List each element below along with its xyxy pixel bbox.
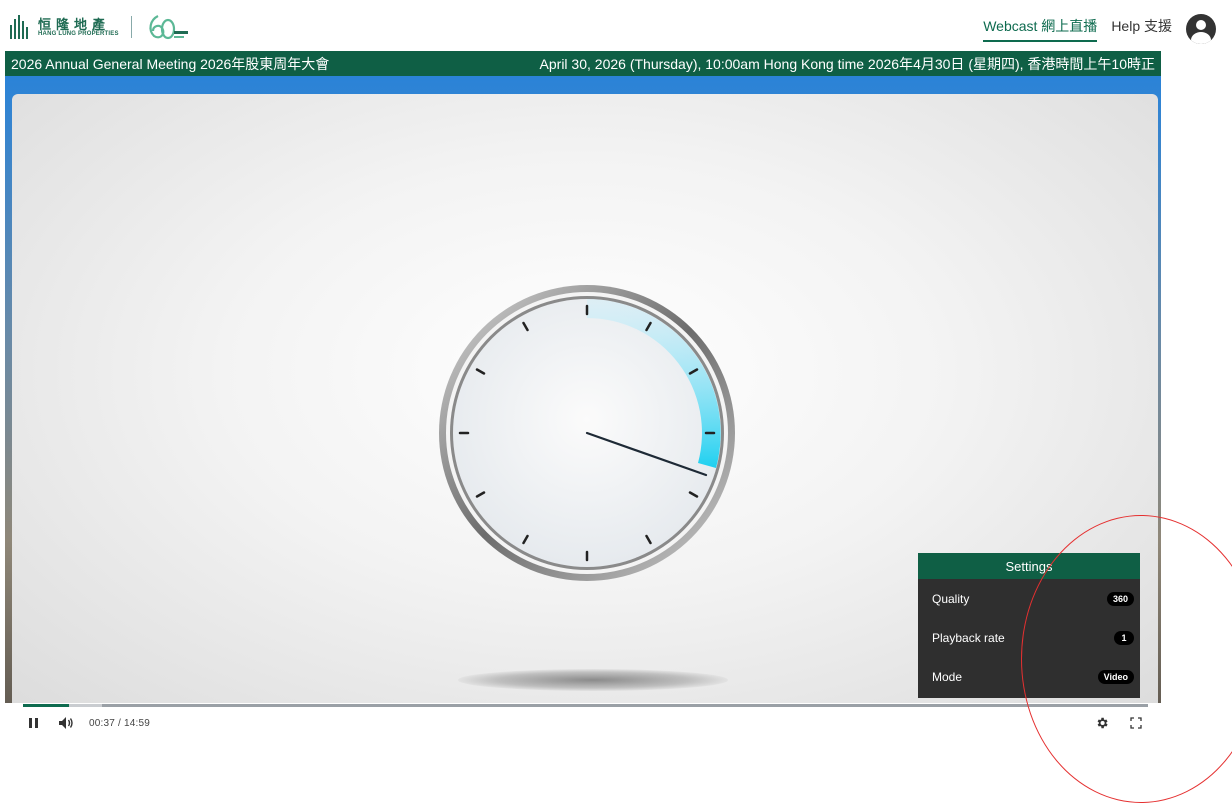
settings-row-mode[interactable]: Mode Video bbox=[918, 657, 1140, 696]
settings-row-playback-rate[interactable]: Playback rate 1 bbox=[918, 618, 1140, 657]
event-info-bar: 2026 Annual General Meeting 2026年股東周年大會 … bbox=[5, 51, 1161, 76]
logo-text: 恒隆地產 HANG LUNG PROPERTIES bbox=[38, 18, 119, 37]
player-controls: 00:37 / 14:59 bbox=[5, 703, 1161, 741]
top-bar: 恒隆地產 HANG LUNG PROPERTIES Webcast 網上直播 H… bbox=[0, 0, 1232, 51]
current-time: 00:37 bbox=[89, 717, 116, 729]
event-datetime: April 30, 2026 (Thursday), 10:00am Hong … bbox=[539, 55, 1155, 72]
settings-value: 1 bbox=[1114, 630, 1134, 645]
gear-icon bbox=[1097, 717, 1108, 729]
top-nav: Webcast 網上直播 Help 支援 bbox=[983, 14, 1232, 44]
logo-cn: 恒隆地產 bbox=[38, 16, 111, 32]
clock-shadow bbox=[458, 669, 728, 691]
pause-button[interactable] bbox=[25, 715, 43, 731]
settings-row-quality[interactable]: Quality 360 bbox=[918, 579, 1140, 618]
settings-value: Video bbox=[1097, 669, 1134, 684]
settings-label: Playback rate bbox=[932, 630, 1005, 645]
user-avatar-icon[interactable] bbox=[1186, 14, 1216, 44]
logo-divider bbox=[130, 16, 132, 38]
duration: 14:59 bbox=[123, 717, 151, 729]
logo-en: HANG LUNG PROPERTIES bbox=[38, 30, 119, 37]
fullscreen-button[interactable] bbox=[1127, 715, 1145, 731]
seek-bar[interactable] bbox=[23, 704, 1148, 707]
settings-value: 360 bbox=[1106, 591, 1134, 606]
fullscreen-icon bbox=[1130, 717, 1142, 729]
countdown-clock-icon bbox=[439, 285, 735, 581]
pause-icon bbox=[29, 718, 38, 728]
time-display: 00:37 / 14:59 bbox=[89, 718, 150, 729]
nav-webcast[interactable]: Webcast 網上直播 bbox=[983, 16, 1098, 42]
volume-button[interactable] bbox=[57, 715, 75, 731]
nav-help[interactable]: Help 支援 bbox=[1111, 16, 1172, 42]
event-title: 2026 Annual General Meeting 2026年股東周年大會 bbox=[11, 55, 330, 72]
settings-title: Settings bbox=[918, 553, 1140, 579]
volume-icon bbox=[59, 717, 73, 729]
time-separator: / bbox=[118, 717, 121, 729]
anniversary-logo-icon bbox=[144, 12, 190, 42]
logo-mark-icon bbox=[10, 15, 32, 39]
settings-button[interactable] bbox=[1093, 715, 1111, 731]
settings-label: Quality bbox=[932, 591, 970, 606]
settings-menu: Settings Quality 360 Playback rate 1 Mod… bbox=[918, 553, 1140, 698]
settings-label: Mode bbox=[932, 669, 963, 684]
hang-lung-logo[interactable]: 恒隆地產 HANG LUNG PROPERTIES bbox=[10, 10, 190, 44]
seek-progress bbox=[23, 704, 70, 707]
